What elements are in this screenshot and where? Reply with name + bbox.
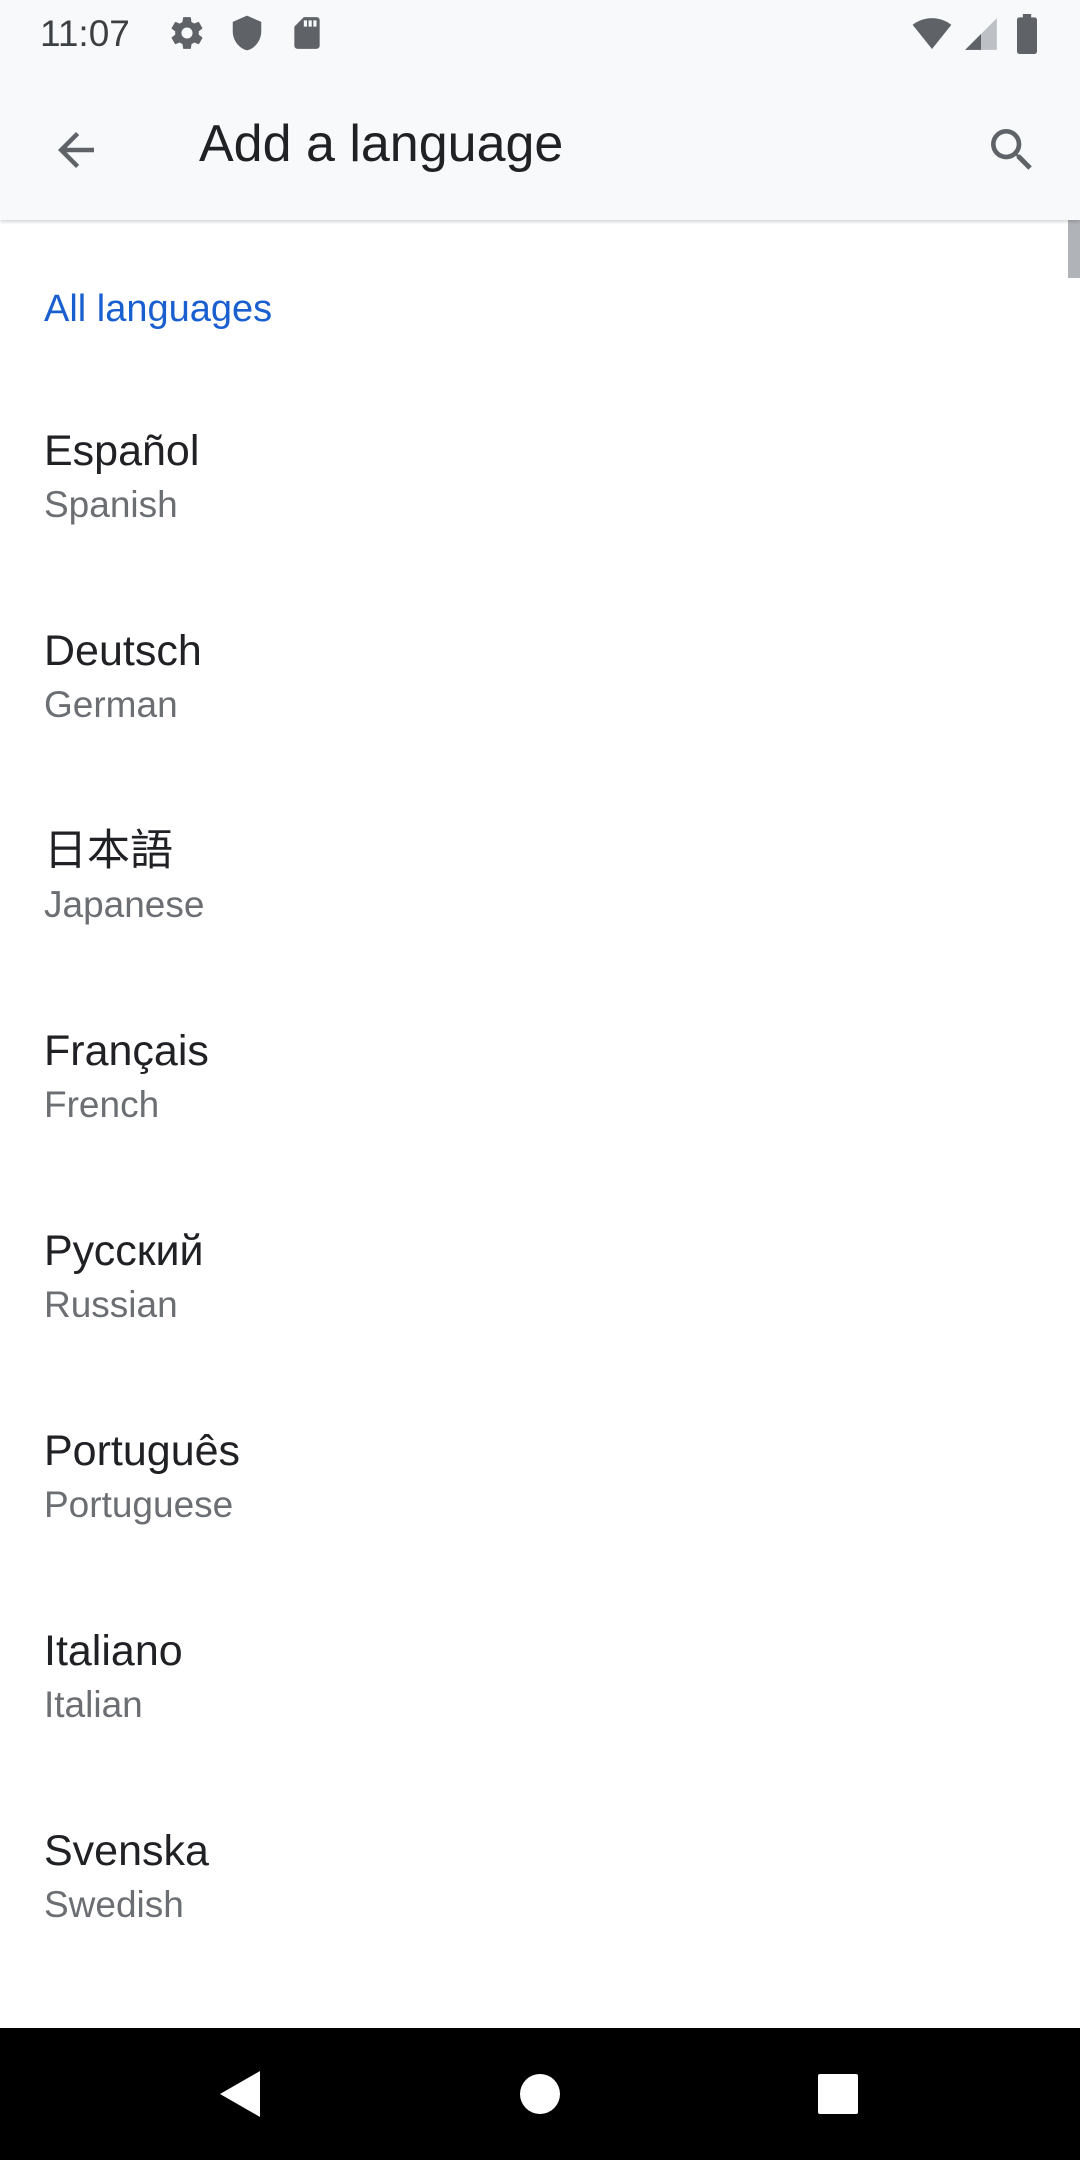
language-item-japanese[interactable]: 日本語 Japanese xyxy=(0,800,1080,1000)
nav-home-button[interactable] xyxy=(500,2054,580,2134)
language-item-german[interactable]: Deutsch German xyxy=(0,600,1080,800)
arrow-back-icon xyxy=(58,132,94,168)
language-item-italian[interactable]: Italiano Italian xyxy=(0,1600,1080,1800)
back-button[interactable] xyxy=(36,110,116,190)
shield-icon xyxy=(232,15,262,51)
battery-icon xyxy=(1017,14,1037,54)
language-item-russian[interactable]: Русский Russian xyxy=(0,1200,1080,1400)
back-triangle-icon xyxy=(220,2071,260,2117)
sd-card-icon xyxy=(294,17,320,49)
signal-icon xyxy=(965,18,997,50)
navigation-bar xyxy=(0,2028,1080,2160)
language-english-name: French xyxy=(44,1084,160,1125)
language-native-name: Italiano xyxy=(44,1627,183,1675)
recents-square-icon xyxy=(818,2074,858,2114)
status-bar: 11:07 xyxy=(0,0,1080,68)
language-native-name: Svenska xyxy=(44,1827,209,1875)
home-circle-icon xyxy=(520,2074,560,2114)
language-native-name: Español xyxy=(44,427,200,475)
language-english-name: Japanese xyxy=(44,884,205,925)
language-english-name: Portuguese xyxy=(44,1484,234,1525)
status-time: 11:07 xyxy=(40,13,130,54)
language-item-spanish[interactable]: Español Spanish xyxy=(0,400,1080,600)
language-english-name: Spanish xyxy=(44,484,178,525)
language-item-french[interactable]: Français French xyxy=(0,1000,1080,1200)
section-header: All languages xyxy=(44,288,273,330)
language-native-name: Português xyxy=(44,1427,241,1475)
language-english-name: German xyxy=(44,684,178,725)
language-native-name: Français xyxy=(44,1027,209,1075)
language-list: Español Spanish Deutsch German 日本語 Japan… xyxy=(0,400,1080,2000)
language-native-name: Русский xyxy=(44,1227,204,1275)
search-icon xyxy=(991,129,1032,170)
language-list-container[interactable]: All languages Español Spanish Deutsch Ge… xyxy=(0,220,1080,2028)
scrollbar-thumb[interactable] xyxy=(1068,220,1080,278)
language-native-name: 日本語 xyxy=(44,827,173,875)
wifi-icon xyxy=(912,18,952,49)
language-english-name: Russian xyxy=(44,1284,178,1325)
nav-recents-button[interactable] xyxy=(798,2054,878,2134)
language-english-name: Italian xyxy=(44,1684,143,1725)
language-item-portuguese[interactable]: Português Portuguese xyxy=(0,1400,1080,1600)
language-english-name: Swedish xyxy=(44,1884,184,1925)
settings-icon xyxy=(171,17,203,49)
language-native-name: Deutsch xyxy=(44,627,202,675)
app-bar: Add a language xyxy=(0,68,1080,220)
nav-back-button[interactable] xyxy=(200,2054,280,2134)
search-button[interactable] xyxy=(972,110,1052,190)
language-item-swedish[interactable]: Svenska Swedish xyxy=(0,1800,1080,2000)
page-title: Add a language xyxy=(199,115,564,173)
